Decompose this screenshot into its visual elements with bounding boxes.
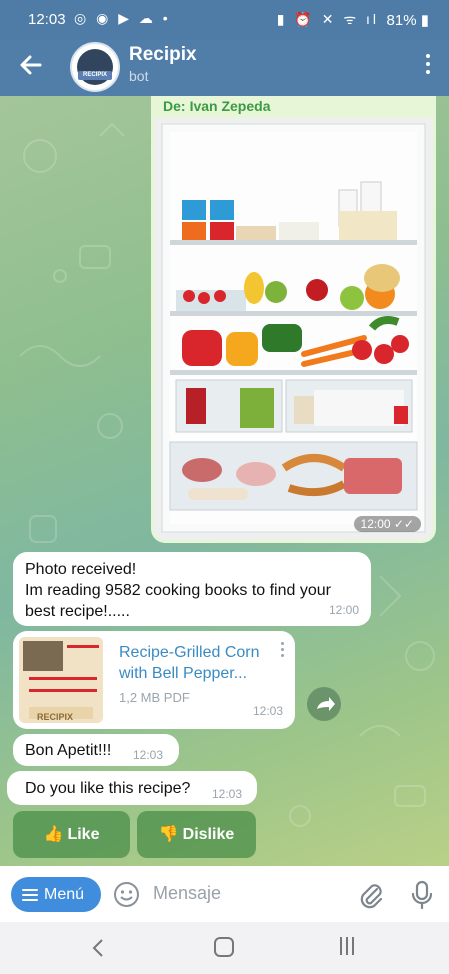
dislike-button[interactable]: 👎 Dislike xyxy=(137,811,256,858)
mic-icon[interactable] xyxy=(410,879,434,911)
share-icon[interactable] xyxy=(307,687,341,721)
like-label: Like xyxy=(67,826,100,843)
nav-back-icon[interactable] xyxy=(90,936,106,960)
forwarded-from[interactable]: Ivan Zepeda xyxy=(190,98,271,114)
system-nav-bar xyxy=(0,922,449,974)
attach-icon[interactable] xyxy=(357,880,385,910)
status-bar: 12:03 ◎ ◉ ▶ ☁ • ▮ ⏰ ✕ ᯤ ıl 81% ▮ xyxy=(0,0,449,40)
chat-subtitle: bot xyxy=(129,68,149,84)
nav-home-icon[interactable] xyxy=(214,937,234,957)
bot-avatar[interactable]: RECIPIX xyxy=(70,42,120,92)
document-size: 1,2 MB PDF xyxy=(119,690,190,705)
message-line-1: Photo received! xyxy=(25,561,137,578)
back-arrow-icon[interactable] xyxy=(16,50,46,80)
nav-recents-icon[interactable] xyxy=(340,937,360,957)
message-timestamp: 12:03 xyxy=(252,704,283,718)
message-input[interactable]: Mensaje xyxy=(153,883,221,904)
emoji-icon[interactable] xyxy=(113,881,140,908)
thumbs-up-icon: 👍 xyxy=(43,826,64,843)
chat-title[interactable]: Recipix xyxy=(129,44,197,66)
menu-label: Menú xyxy=(44,886,85,903)
bot-menu-button[interactable]: Menú xyxy=(11,877,101,912)
photo-timestamp: 12:00 ✓✓ xyxy=(353,516,421,532)
kebab-menu-icon[interactable] xyxy=(423,52,433,78)
document-name[interactable]: Recipe-Grilled Corn with Bell Pepper... xyxy=(119,642,269,684)
dislike-label: Dislike xyxy=(182,826,235,843)
message-timestamp: 12:00 xyxy=(328,603,359,617)
fridge-photo[interactable]: 12:00 ✓✓ xyxy=(154,118,433,540)
avatar-logo: RECIPIX xyxy=(78,71,112,80)
photo-message[interactable]: De: Ivan Zepeda 12:00 ✓✓ xyxy=(151,96,436,543)
message-question[interactable]: Do you like this recipe? 12:03 xyxy=(7,771,257,805)
message-line-2: Im reading 9582 cooking books to find yo… xyxy=(25,582,331,620)
document-thumb-logo: RECIPIX xyxy=(37,712,74,722)
document-menu-icon[interactable] xyxy=(279,641,285,661)
notification-icons: ◎ ◉ ▶ ☁ • xyxy=(74,10,171,26)
forwarded-prefix: De: xyxy=(163,98,186,114)
message-bon-apetit[interactable]: Bon Apetit!!! 12:03 xyxy=(13,734,179,766)
forwarded-header: De: Ivan Zepeda xyxy=(163,98,270,114)
message-text: Do you like this recipe? xyxy=(25,780,191,797)
message-text: Bon Apetit!!! xyxy=(25,742,112,759)
status-time: 12:03 xyxy=(28,11,66,28)
fridge-image xyxy=(154,118,433,540)
message-timestamp: 12:03 xyxy=(212,787,243,801)
document-thumbnail[interactable]: RECIPIX xyxy=(19,637,103,723)
message-timestamp: 12:03 xyxy=(133,748,164,762)
system-icons: ▮ ⏰ ✕ ᯤ ıl xyxy=(276,11,379,27)
document-message[interactable]: RECIPIX Recipe-Grilled Corn with Bell Pe… xyxy=(13,631,295,729)
like-button[interactable]: 👍 Like xyxy=(13,811,130,858)
thumbs-down-icon: 👎 xyxy=(158,826,179,843)
message-input-bar: Menú Mensaje xyxy=(0,866,449,922)
message-photo-received[interactable]: Photo received! Im reading 9582 cooking … xyxy=(13,552,371,626)
hamburger-icon xyxy=(22,886,38,904)
battery-level: 81% ▮ xyxy=(386,12,429,29)
chat-header: RECIPIX Recipix bot xyxy=(0,40,449,96)
chat-area[interactable]: De: Ivan Zepeda 12:00 ✓✓ Photo received!… xyxy=(0,96,449,866)
